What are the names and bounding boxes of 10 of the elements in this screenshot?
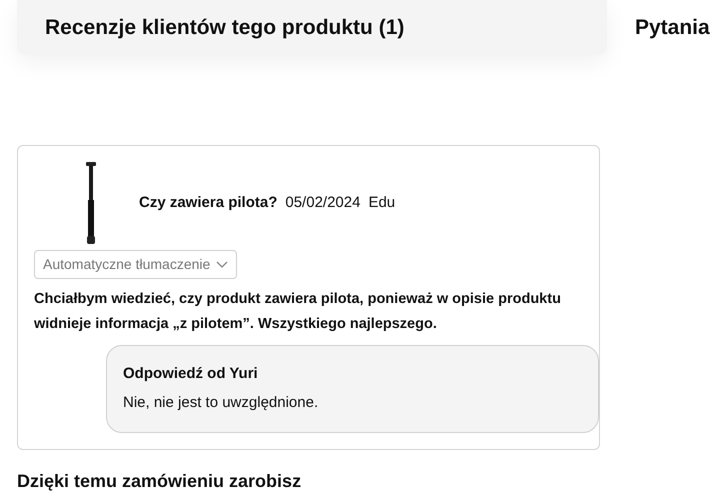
translation-dropdown[interactable]: Automatyczne tłumaczenie (34, 250, 238, 279)
question-author: Edu (368, 192, 396, 213)
question-title: Czy zawiera pilota? (139, 192, 278, 213)
chevron-down-icon (216, 260, 228, 268)
question-text: Chciałbym wiedzieć, czy produkt zawiera pilota, ponieważ w opisie produktu widnieje informacja „z pilotem”. Wszystkiego najlepszego. (34, 290, 562, 334)
tab[interactable]: Recenzje klientów tego produktu (1) (17, 0, 607, 55)
earnings-heading: Dzięki temu zamówieniu zarobisz (17, 470, 302, 493)
question-date: 05/02/2024 (285, 192, 360, 213)
answer-text: Nie, nie jest to uwzględnione. (123, 392, 320, 412)
answer-title: Odpowiedź od Yuri (123, 364, 259, 384)
